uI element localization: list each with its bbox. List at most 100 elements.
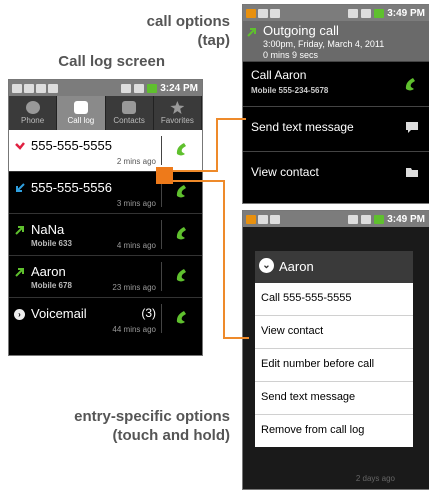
contact-card-icon (406, 168, 418, 177)
caption-entry-specific-text: entry-specific options (74, 408, 230, 425)
menu-item-send-text[interactable]: Send text message (255, 382, 413, 415)
signal-icon (361, 214, 372, 224)
notification-icon (246, 214, 256, 224)
phone-tab-icon (25, 101, 40, 114)
call-log-row[interactable]: Aaron Mobile 678 23 mins ago (9, 256, 202, 298)
call-log-row-time: 23 mins ago (112, 283, 156, 292)
option-label: Send text message (251, 120, 354, 134)
call-log-row-name: NaNa (31, 222, 65, 237)
phone-call-icon[interactable] (403, 76, 419, 92)
wifi-icon (348, 8, 359, 18)
tab-favorites[interactable]: Favorites (154, 96, 202, 130)
call-log-screen: 3:24 PM Phone Call log Contacts Favorite… (8, 79, 203, 356)
call-log-tab-icon (73, 101, 88, 114)
status-time: 3:24 PM (160, 82, 198, 94)
context-menu: ⌄ Aaron Call 555-555-5555 View contact E… (255, 251, 413, 447)
menu-item-remove[interactable]: Remove from call log (255, 415, 413, 447)
notification-icon (270, 214, 280, 224)
call-datetime: 3:00pm, Friday, March 4, 2011 (263, 39, 385, 49)
call-log-row-time: 3 mins ago (116, 199, 156, 208)
notification-icons (246, 214, 280, 224)
missed-call-icon (15, 142, 25, 150)
callout-line (223, 180, 225, 338)
call-contact-option[interactable]: Call Aaron Mobile 555-234-5678 (243, 62, 429, 107)
notification-icon (258, 8, 268, 18)
tab-label: Phone (21, 116, 45, 125)
notification-icon (48, 83, 58, 93)
send-text-option[interactable]: Send text message (243, 107, 429, 152)
menu-item-label: View contact (261, 325, 324, 337)
caption-call-log-screen: Call log screen (58, 53, 165, 70)
call-log-row[interactable]: NaNa Mobile 633 4 mins ago (9, 214, 202, 256)
callout-line (173, 180, 225, 182)
battery-icon (374, 214, 385, 224)
phone-call-icon[interactable] (174, 141, 190, 157)
notification-icon (246, 8, 256, 18)
menu-item-label: Call 555-555-5555 (261, 292, 352, 304)
caption-call-options-text: call options (146, 13, 230, 30)
notification-icons (12, 83, 58, 93)
menu-item-view-contact[interactable]: View contact (255, 316, 413, 349)
battery-icon (374, 8, 385, 18)
tab-label: Favorites (160, 116, 194, 125)
row-divider (161, 136, 162, 165)
background-row-time: 2 days ago (355, 474, 395, 483)
view-contact-option[interactable]: View contact (243, 152, 429, 196)
status-bar: 3:49 PM (243, 211, 429, 227)
call-log-row[interactable]: 555-555-5556 3 mins ago (9, 172, 202, 214)
status-bar: 3:24 PM (9, 80, 202, 96)
tab-label: Call log (67, 116, 95, 125)
tab-call-log[interactable]: Call log (57, 96, 106, 130)
callout-line (223, 337, 249, 339)
call-type-title: Outgoing call (263, 23, 339, 38)
menu-item-call[interactable]: Call 555-555-5555 (255, 283, 413, 316)
battery-icon (147, 83, 158, 93)
call-log-row-voicemail[interactable]: › Voicemail (3) 44 mins ago (9, 298, 202, 339)
option-label: Call Aaron (251, 68, 307, 82)
callout-line (173, 170, 218, 172)
call-log-row-name: 555-555-5555 (31, 138, 112, 153)
incoming-call-icon (16, 183, 25, 192)
call-log-row-name: 555-555-5556 (31, 180, 112, 195)
row-divider (161, 304, 162, 333)
phone-call-icon[interactable] (174, 183, 190, 199)
signal-icon (361, 8, 372, 18)
call-details-header: Outgoing call 3:00pm, Friday, March 4, 2… (243, 21, 429, 62)
caption-entry-specific-hold: (touch and hold) (112, 427, 230, 444)
call-log-row-number: Mobile 678 (31, 281, 72, 290)
notification-icons (246, 8, 280, 18)
notification-icon (270, 8, 280, 18)
option-sub: Mobile 555-234-5678 (251, 86, 329, 95)
context-menu-header: ⌄ Aaron (255, 251, 413, 283)
call-log-row-name: Aaron (31, 264, 66, 279)
entry-options-screen: 3:49 PM 2 days ago ⌄ Aaron Call 555-555-… (242, 210, 429, 490)
voicemail-count: (3) (141, 306, 156, 320)
status-bar: 3:49 PM (243, 5, 429, 21)
phone-call-icon[interactable] (174, 267, 190, 283)
tab-phone[interactable]: Phone (9, 96, 58, 130)
call-log-row[interactable]: 555-555-5555 2 mins ago (9, 130, 202, 172)
message-icon (406, 122, 418, 133)
phone-call-icon[interactable] (174, 309, 190, 325)
menu-item-label: Send text message (261, 391, 356, 403)
callout-line (216, 118, 218, 172)
row-divider (161, 220, 162, 249)
menu-item-edit-number[interactable]: Edit number before call (255, 349, 413, 382)
call-log-row-time: 44 mins ago (112, 325, 156, 334)
notification-icon (258, 214, 268, 224)
menu-item-label: Remove from call log (261, 424, 365, 436)
tab-bar: Phone Call log Contacts Favorites (9, 96, 202, 130)
notification-icon (12, 83, 22, 93)
callout-line (216, 118, 246, 120)
callout-marker (156, 167, 173, 184)
call-log-row-name: Voicemail (31, 306, 87, 321)
call-log-row-time: 2 mins ago (116, 157, 156, 166)
status-time: 3:49 PM (387, 7, 425, 19)
outgoing-call-icon (15, 226, 24, 235)
caption-entry-specific: entry-specific options (touch and hold) (40, 407, 230, 445)
row-divider (161, 262, 162, 291)
star-icon (170, 101, 185, 114)
caption-call-options-tap: (tap) (197, 32, 231, 49)
tab-contacts[interactable]: Contacts (106, 96, 154, 130)
phone-call-icon[interactable] (174, 225, 190, 241)
